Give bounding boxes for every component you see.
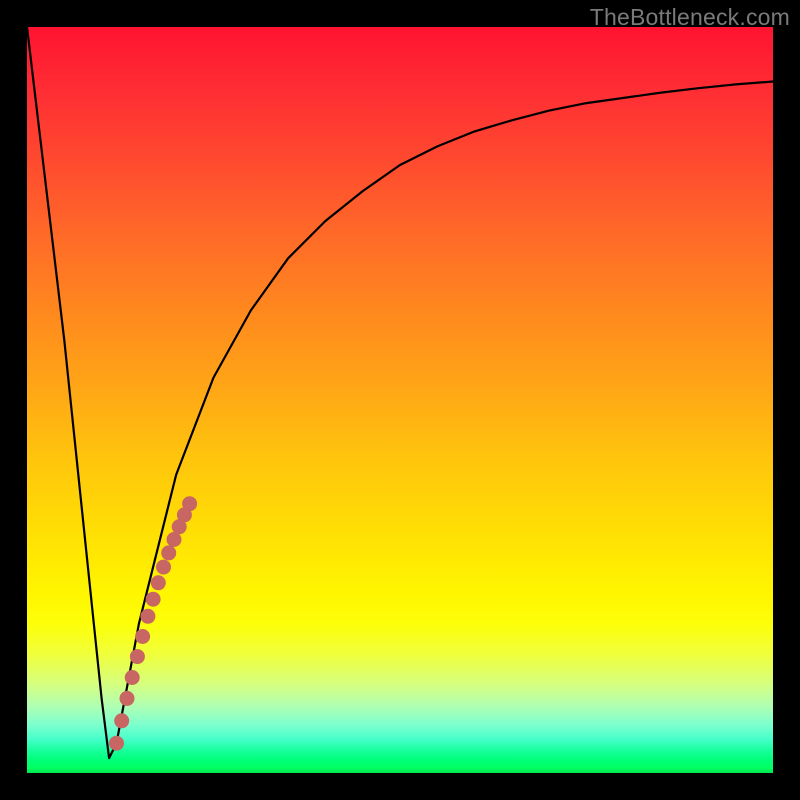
highlight-dot — [125, 670, 140, 685]
highlight-dot — [151, 575, 166, 590]
highlight-dot — [156, 560, 171, 575]
plot-area — [27, 27, 773, 773]
highlight-dot — [120, 691, 135, 706]
highlight-dot — [140, 609, 155, 624]
curve-layer — [27, 27, 773, 773]
bottleneck-curve — [27, 27, 773, 758]
highlight-dot — [114, 713, 129, 728]
highlight-dot — [182, 496, 197, 511]
highlight-dot — [161, 545, 176, 560]
highlight-dot — [109, 736, 124, 751]
chart-frame: TheBottleneck.com — [0, 0, 800, 800]
highlight-dot — [130, 649, 145, 664]
highlight-dot — [135, 629, 150, 644]
highlight-dot — [146, 592, 161, 607]
